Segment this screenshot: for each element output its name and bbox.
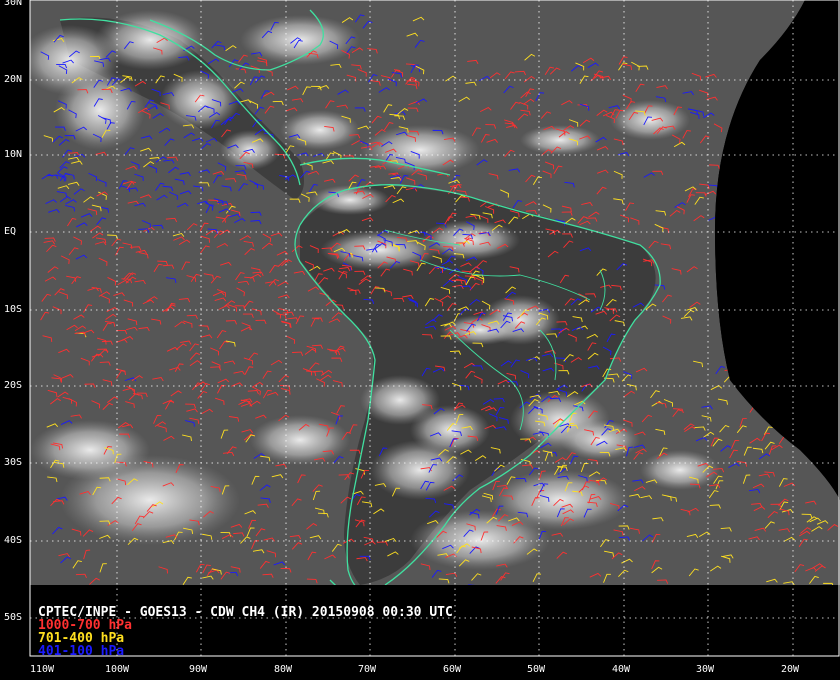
latitude-label: 10N xyxy=(4,149,23,160)
cloud-patch xyxy=(95,10,205,70)
cloud-patch xyxy=(30,420,150,480)
longitude-label: 30W xyxy=(696,664,715,675)
longitude-label: 70W xyxy=(358,664,377,675)
longitude-label: 80W xyxy=(274,664,293,675)
latitude-label: 10S xyxy=(4,304,23,315)
cloud-patch xyxy=(560,420,640,460)
longitude-label: 20W xyxy=(781,664,800,675)
satellite-wind-map xyxy=(29,0,840,657)
legend-high-level: 401-100 hPa xyxy=(38,644,125,659)
latitude-label: 30S xyxy=(4,457,23,468)
cloud-patch xyxy=(410,405,490,455)
longitude-label: 60W xyxy=(443,664,462,675)
latitude-label: 20S xyxy=(4,380,23,391)
wind-barb-icon xyxy=(468,584,479,585)
latitude-label: 20N xyxy=(4,74,23,85)
longitude-label: 110W xyxy=(30,664,55,675)
cloud-patch xyxy=(250,415,350,465)
cloud-patch xyxy=(280,110,360,150)
cloud-patch xyxy=(520,125,600,155)
latitude-label: 40S xyxy=(4,535,23,546)
latitude-label: EQ xyxy=(4,226,17,237)
cloud-patch xyxy=(440,315,520,345)
longitude-label: 90W xyxy=(189,664,208,675)
cloud-patch xyxy=(160,70,240,130)
latitude-label: 30N xyxy=(4,0,23,8)
longitude-label: 100W xyxy=(105,664,130,675)
longitude-label: 50W xyxy=(527,664,546,675)
latitude-label: 50S xyxy=(4,612,23,623)
longitude-label: 40W xyxy=(612,664,631,675)
